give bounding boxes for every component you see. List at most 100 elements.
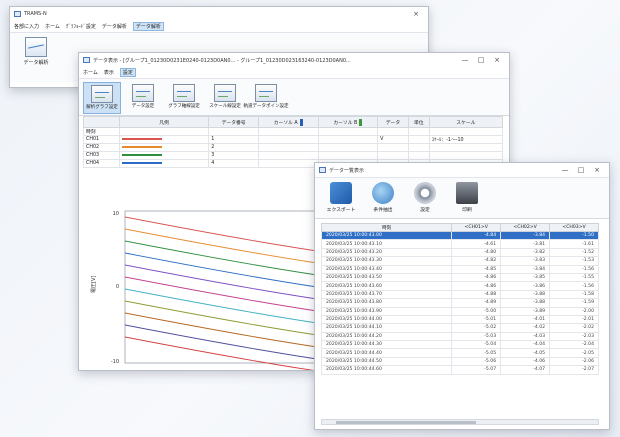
menu-item[interactable]: データ解析 — [102, 23, 127, 30]
value-cell: -1.55 — [549, 272, 599, 283]
value-cell: -2.07 — [549, 365, 599, 375]
table-row[interactable]: 2020/03/25 10:00:44.60 -5.07 -4.07 -2.07 — [320, 365, 599, 375]
column-header[interactable]: 時刻 — [320, 223, 453, 232]
trajectory-settings-icon — [255, 84, 277, 102]
table-row[interactable]: 2020/03/25 10:00:44.50 -5.06 -4.06 -2.06 — [320, 356, 599, 367]
series-name: CH01 — [83, 135, 120, 144]
table-row[interactable]: 2020/03/25 10:00:43.30 -4.82 -3.83 -1.53 — [320, 256, 599, 266]
data-list-window: データ一覧表示 — □ × エクスポート 条件抽出 設定 印刷 時刻 <CH01… — [314, 162, 610, 430]
table-row[interactable]: 2020/03/25 10:00:43.70 -4.88 -3.88 -1.58 — [320, 289, 599, 300]
maximize-icon[interactable]: □ — [573, 166, 589, 174]
table-row[interactable]: 2020/03/25 10:00:43.80 -4.89 -3.88 -1.59 — [320, 298, 599, 308]
table-row[interactable]: CH02 2 — [83, 143, 504, 152]
export-button[interactable]: エクスポート — [323, 182, 359, 214]
close-icon[interactable]: × — [408, 10, 424, 18]
main-menubar: 各部に入力 ホーム ｸﾞﾗﾌｮｰﾄﾞ設定 データ解析 データ解析 — [10, 21, 428, 32]
close-icon[interactable]: × — [489, 56, 505, 64]
series-name: CH02 — [83, 143, 120, 152]
gear-icon — [414, 182, 436, 204]
value-cell: -3.84 — [500, 230, 551, 241]
main-titlebar: TRAMS-N × — [10, 7, 428, 21]
data-analysis-label: データ解析 — [23, 60, 49, 66]
graph-settings-icon — [91, 85, 113, 103]
table-row[interactable]: 2020/03/25 10:00:43.50 -4.86 -3.85 -1.55 — [320, 272, 599, 283]
value-cell: -5.00 — [451, 306, 502, 316]
analysis-graph-settings-button[interactable]: 解析グラフ設定 — [83, 82, 121, 114]
table-row[interactable]: 2020/03/25 10:00:44.20 -5.03 -4.03 -2.03 — [320, 331, 599, 342]
table-row[interactable]: 2020/03/25 10:00:43.60 -4.86 -3.86 -1.56 — [320, 281, 599, 291]
timestamp-cell: 2020/03/25 10:00:43.30 — [320, 256, 453, 266]
export-icon — [330, 182, 352, 204]
value-cell: -4.07 — [500, 365, 551, 375]
menu-item-active[interactable]: 設定 — [119, 68, 136, 77]
value-cell: -4.06 — [500, 356, 551, 367]
column-header: 凡例 — [118, 116, 210, 128]
menu-item[interactable]: 表示 — [104, 69, 114, 76]
column-header[interactable]: <CH03>V — [549, 223, 599, 232]
horizontal-scrollbar[interactable] — [321, 419, 599, 425]
value-cell: -1.58 — [549, 289, 599, 300]
legend-cell — [118, 127, 210, 136]
series-num: 1 — [208, 135, 259, 144]
table-row[interactable]: 2020/03/25 10:00:44.00 -5.01 -4.01 -2.01 — [320, 314, 599, 325]
filter-button[interactable]: 条件抽出 — [365, 182, 401, 214]
menu-item[interactable]: ホーム — [45, 23, 60, 30]
menu-item[interactable]: 各部に入力 — [14, 23, 39, 30]
menu-item[interactable]: ホーム — [83, 69, 98, 76]
table-row[interactable]: 2020/03/25 10:00:43.10 -4.61 -3.81 -1.61 — [320, 239, 599, 249]
table-row[interactable]: CH01 1 V ｽｹｰﾙ：-1〜-10 — [83, 135, 504, 144]
data-titlebar: データ一覧表示 — □ × — [315, 163, 609, 177]
column-header[interactable]: <CH01>V — [451, 223, 502, 232]
data-settings-icon — [132, 84, 154, 102]
settings-button[interactable]: 設定 — [407, 182, 443, 214]
menu-item[interactable]: ｸﾞﾗﾌｮｰﾄﾞ設定 — [66, 23, 96, 30]
value-cell: -4.80 — [451, 247, 502, 258]
minimize-icon[interactable]: — — [457, 56, 473, 64]
app-icon — [83, 57, 90, 63]
menu-item-active[interactable]: データ解析 — [132, 22, 164, 31]
axis-settings-icon — [173, 84, 195, 102]
table-row[interactable]: 時刻 — [83, 127, 504, 136]
graph-ribbon: 解析グラフ設定 データ設定 グラフ軸線設定 スケール線設定 軌道データポイン設定 — [79, 78, 509, 116]
scrollbar-thumb[interactable] — [336, 421, 476, 424]
column-header: データ番号 — [208, 116, 259, 128]
column-header: カーソル B — [317, 116, 379, 128]
maximize-icon[interactable]: □ — [473, 56, 489, 64]
data-settings-button[interactable]: データ設定 — [124, 82, 162, 114]
value-cell: -2.06 — [549, 356, 599, 367]
data-table-header: 時刻 <CH01>V <CH02>V <CH03>V — [320, 223, 599, 232]
value-cell: -1.59 — [549, 298, 599, 308]
data-analysis-button[interactable]: データ解析 — [18, 37, 54, 78]
timestamp-cell: 2020/03/25 10:00:43.90 — [320, 306, 453, 316]
print-button[interactable]: 印刷 — [449, 182, 485, 214]
table-row[interactable]: 2020/03/25 10:00:43.40 -4.85 -3.84 -1.56 — [320, 264, 599, 274]
legend-cell — [118, 135, 210, 144]
timestamp-cell: 2020/03/25 10:00:44.60 — [320, 365, 453, 375]
value-cell: -4.89 — [451, 298, 502, 308]
column-header[interactable]: <CH02>V — [500, 223, 551, 232]
value-cell: -1.52 — [549, 247, 599, 258]
close-icon[interactable]: × — [589, 166, 605, 174]
series-num: 2 — [208, 143, 259, 152]
scale-settings-button[interactable]: スケール線設定 — [206, 82, 244, 114]
table-row[interactable]: 2020/03/25 10:00:44.10 -5.02 -4.02 -2.02 — [320, 323, 599, 333]
series-table: 凡例 データ番号 カーソル A カーソル B データ 単位 スケール 時刻 CH… — [83, 116, 504, 168]
value-cell: -3.88 — [500, 298, 551, 308]
value-cell: -2.04 — [549, 340, 599, 350]
minimize-icon[interactable]: — — [557, 166, 573, 174]
table-row[interactable]: 2020/03/25 10:00:43.90 -5.00 -3.89 -2.00 — [320, 306, 599, 316]
column-header: データ — [377, 116, 409, 128]
table-row[interactable]: 2020/03/25 10:00:43.20 -4.80 -3.82 -1.52 — [320, 247, 599, 258]
value-cell: -1.53 — [549, 256, 599, 266]
axis-settings-button[interactable]: グラフ軸線設定 — [165, 82, 203, 114]
timestamp-cell: 2020/03/25 10:00:43.70 — [320, 289, 453, 300]
column-header: 単位 — [407, 116, 430, 128]
trajectory-settings-button[interactable]: 軌道データポイン設定 — [244, 82, 289, 114]
table-row[interactable]: CH03 3 — [83, 151, 504, 160]
timestamp-cell: 2020/03/25 10:00:44.10 — [320, 323, 453, 333]
timestamp-cell: 2020/03/25 10:00:44.00 — [320, 314, 453, 325]
table-row[interactable]: 2020/03/25 10:00:44.40 -5.05 -4.05 -2.05 — [320, 348, 599, 358]
table-row[interactable]: 2020/03/25 10:00:44.30 -5.04 -4.04 -2.04 — [320, 340, 599, 350]
tool-label: 条件抽出 — [373, 208, 393, 213]
table-row[interactable]: 2020/03/25 10:00:43.00 -4.84 -3.84 -1.50 — [320, 230, 599, 241]
